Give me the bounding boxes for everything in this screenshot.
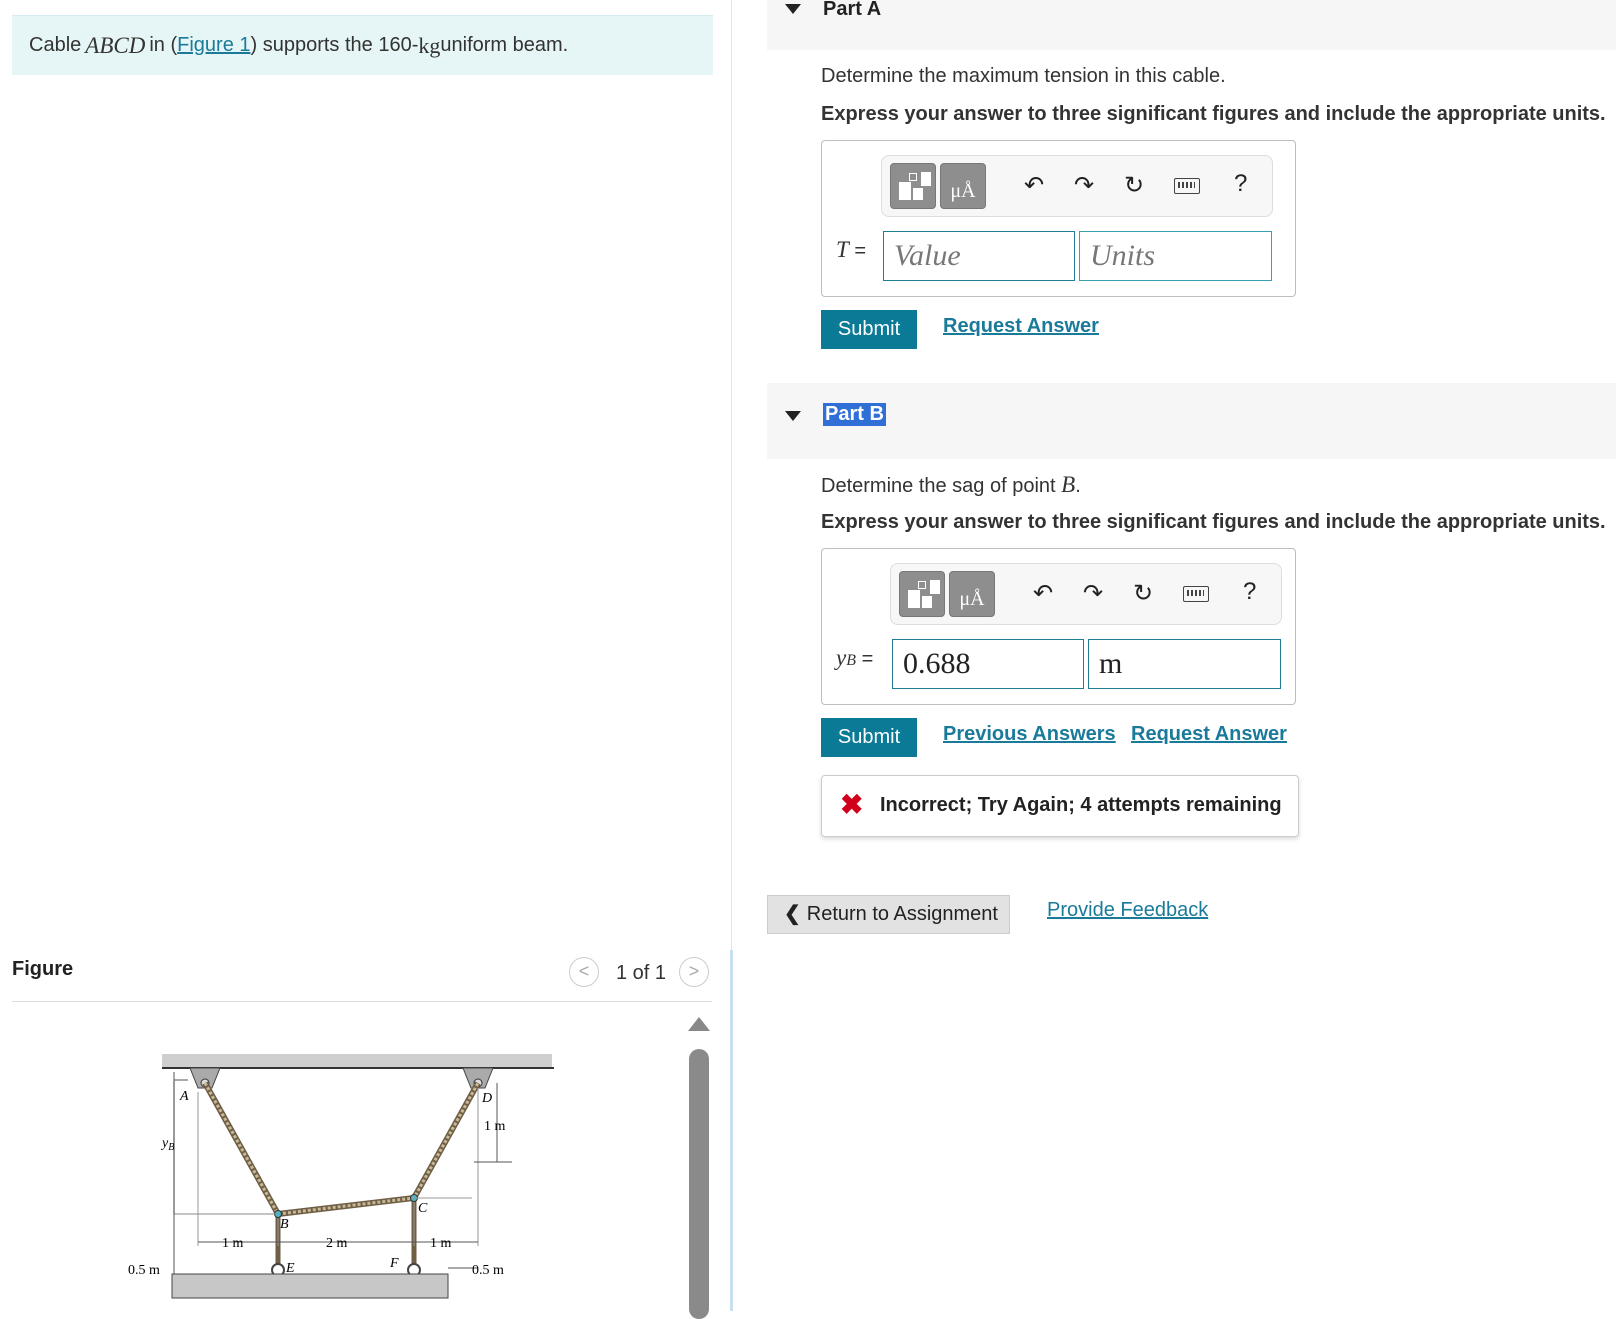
feedback-text: Incorrect; Try Again; 4 attempts remaini…: [880, 794, 1282, 816]
beam-cable-diagram: A B C D E F yB 1 m 0.5 m 0.5 m 1 m 2 m 1…: [128, 1054, 554, 1299]
part-b-variable: yB =: [836, 645, 874, 670]
keyboard-icon[interactable]: [1183, 586, 1209, 602]
value-input[interactable]: 0.688: [892, 639, 1084, 689]
figure-pager-text: 1 of 1: [616, 962, 667, 984]
chevron-left-icon: ❮: [784, 903, 801, 925]
label-yB: yB: [160, 1136, 174, 1153]
part-b-question: Determine the sag of point B.: [821, 472, 1081, 497]
scroll-up-arrow[interactable]: [688, 1017, 710, 1031]
problem-statement: Cable ABCD in ( Figure 1 ) supports the …: [12, 15, 713, 75]
problem-prefix: Cable: [29, 34, 82, 56]
math-toolbar: μÅ ↶ ↷ ↻ ?: [881, 155, 1273, 217]
figure-title: Figure: [12, 958, 74, 980]
figure-next-button[interactable]: >: [679, 957, 709, 987]
templates-button[interactable]: [890, 163, 936, 209]
collapse-caret-icon[interactable]: [785, 411, 801, 421]
templates-button[interactable]: [899, 571, 945, 617]
units-button[interactable]: μÅ: [949, 571, 995, 617]
problem-after-link: ) supports the 160-: [250, 34, 419, 56]
scrollbar-thumb[interactable]: [689, 1049, 709, 1319]
beam: [171, 1273, 449, 1299]
label-E: E: [285, 1261, 295, 1276]
part-b-header[interactable]: Part B: [767, 383, 1616, 459]
feedback-message: ✖ Incorrect; Try Again; 4 attempts remai…: [821, 775, 1299, 837]
reset-icon[interactable]: ↻: [1127, 578, 1159, 610]
problem-in-text: in (: [149, 34, 178, 56]
label-dim-2m: 2 m: [326, 1236, 348, 1251]
previous-answers-link[interactable]: Previous Answers: [943, 723, 1116, 746]
label-dim-1m-a: 1 m: [222, 1236, 244, 1251]
part-b-instruction: Express your answer to three significant…: [821, 511, 1606, 533]
undo-icon[interactable]: ↶: [1018, 170, 1050, 202]
value-input[interactable]: Value: [883, 231, 1075, 281]
return-label: Return to Assignment: [806, 903, 998, 925]
part-b-answer-box: μÅ ↶ ↷ ↻ ? yB = 0.688 m: [821, 548, 1296, 705]
label-F: F: [389, 1256, 399, 1271]
return-to-assignment-button[interactable]: ❮ Return to Assignment: [767, 895, 1010, 934]
error-x-icon: ✖: [840, 789, 864, 820]
part-b-submit-button[interactable]: Submit: [821, 718, 917, 757]
label-dim-1m-b: 1 m: [430, 1236, 452, 1251]
problem-suffix: uniform beam.: [440, 34, 569, 56]
part-a-title: Part A: [823, 0, 882, 20]
part-a-answer-box: μÅ ↶ ↷ ↻ ? T = Value Units: [821, 140, 1296, 297]
part-a-variable: T =: [836, 237, 867, 262]
part-b-request-answer-link[interactable]: Request Answer: [1131, 723, 1287, 746]
label-B: B: [280, 1217, 289, 1232]
figure-prev-button[interactable]: <: [569, 957, 599, 987]
units-input[interactable]: m: [1088, 639, 1281, 689]
part-a-question: Determine the maximum tension in this ca…: [821, 65, 1226, 87]
part-a-instruction: Express your answer to three significant…: [821, 103, 1606, 125]
undo-icon[interactable]: ↶: [1027, 578, 1059, 610]
label-D: D: [481, 1091, 492, 1106]
keyboard-icon[interactable]: [1174, 178, 1200, 194]
part-a-request-answer-link[interactable]: Request Answer: [943, 315, 1099, 338]
cable: [202, 1081, 481, 1218]
figure-header: Figure < 1 of 1 >: [12, 955, 712, 1002]
cable-name: ABCD: [85, 32, 146, 58]
redo-icon[interactable]: ↷: [1068, 170, 1100, 202]
ceiling: [162, 1054, 552, 1068]
provide-feedback-link[interactable]: Provide Feedback: [1047, 899, 1208, 922]
figure-link[interactable]: Figure 1: [177, 34, 250, 57]
units-button[interactable]: μÅ: [940, 163, 986, 209]
math-toolbar: μÅ ↶ ↷ ↻ ?: [890, 563, 1282, 625]
redo-icon[interactable]: ↷: [1077, 578, 1109, 610]
label-C: C: [418, 1201, 428, 1216]
help-icon[interactable]: ?: [1234, 170, 1247, 198]
figure-image: A B C D E F yB 1 m 0.5 m 0.5 m 1 m 2 m 1…: [12, 1002, 682, 1311]
mass-unit: kg: [418, 32, 441, 58]
collapse-caret-icon[interactable]: [785, 4, 801, 14]
reset-icon[interactable]: ↻: [1118, 170, 1150, 202]
label-1m-right: 1 m: [484, 1119, 506, 1134]
part-a-submit-button[interactable]: Submit: [821, 310, 917, 349]
units-input[interactable]: Units: [1079, 231, 1272, 281]
help-icon[interactable]: ?: [1243, 578, 1256, 606]
label-A: A: [179, 1089, 189, 1104]
part-a-header[interactable]: Part A: [767, 0, 1616, 50]
label-half-m-left: 0.5 m: [128, 1263, 160, 1278]
part-b-title: Part B: [823, 403, 886, 426]
panel-divider-highlight: [730, 950, 733, 1311]
label-half-m-right: 0.5 m: [472, 1263, 504, 1278]
